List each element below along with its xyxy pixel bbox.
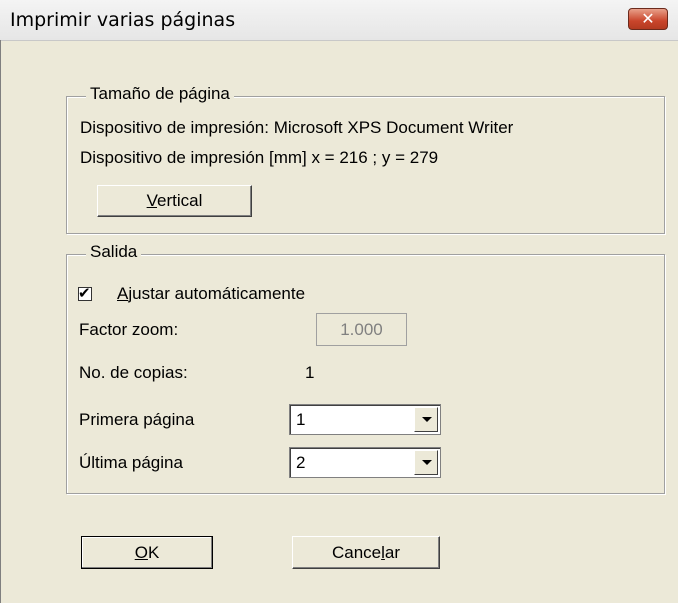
print-device-size-label: Dispositivo de impresión [mm] x = 216 ; … — [80, 148, 439, 167]
last-page-dropdown-button[interactable] — [414, 450, 438, 475]
chevron-down-icon — [422, 460, 432, 465]
chevron-down-icon — [422, 417, 432, 422]
orientation-button[interactable]: Vertical — [97, 185, 252, 217]
auto-fit-mnemonic: A — [117, 284, 129, 303]
copies-value: 1 — [305, 363, 315, 382]
copies-label: No. de copias: — [79, 363, 188, 382]
page-size-legend: Tamaño de página — [86, 84, 234, 104]
last-page-value: 2 — [296, 453, 306, 472]
window-title: Imprimir varias páginas — [10, 9, 236, 31]
auto-fit-label-text: justar automáticamente — [128, 284, 306, 303]
window-border — [0, 40, 1, 603]
orientation-button-label: ertical — [157, 191, 203, 210]
first-page-label: Primera página — [79, 410, 195, 429]
first-page-select[interactable]: 1 — [289, 404, 441, 435]
last-page-label: Última página — [79, 453, 183, 472]
cancel-button[interactable]: Cancelar — [292, 536, 440, 569]
print-device-label: Dispositivo de impresión: Microsoft XPS … — [80, 118, 514, 137]
zoom-factor-input: 1.000 — [316, 313, 407, 346]
last-page-select[interactable]: 2 — [289, 447, 441, 478]
zoom-factor-label: Factor zoom: — [79, 320, 179, 339]
auto-fit-label[interactable]: Ajustar automáticamente — [117, 284, 305, 304]
title-bar[interactable]: Imprimir varias páginas ✕ — [0, 0, 678, 41]
orientation-button-mnemonic: V — [146, 191, 158, 210]
close-icon: ✕ — [641, 9, 655, 28]
close-button[interactable]: ✕ — [628, 8, 668, 30]
ok-button-label: K — [147, 543, 160, 562]
output-legend: Salida — [86, 242, 142, 262]
ok-button-mnemonic: O — [134, 543, 148, 562]
print-dialog: Imprimir varias páginas ✕ Tamaño de pági… — [0, 0, 678, 603]
cancel-button-label-end: ar — [384, 543, 401, 562]
first-page-value: 1 — [296, 410, 306, 429]
checkmark-icon: ✔ — [78, 284, 91, 302]
cancel-button-label-start: Cance — [331, 543, 382, 562]
first-page-dropdown-button[interactable] — [414, 407, 438, 432]
auto-fit-checkbox[interactable]: ✔ — [78, 284, 92, 302]
ok-button[interactable]: OK — [81, 536, 213, 569]
